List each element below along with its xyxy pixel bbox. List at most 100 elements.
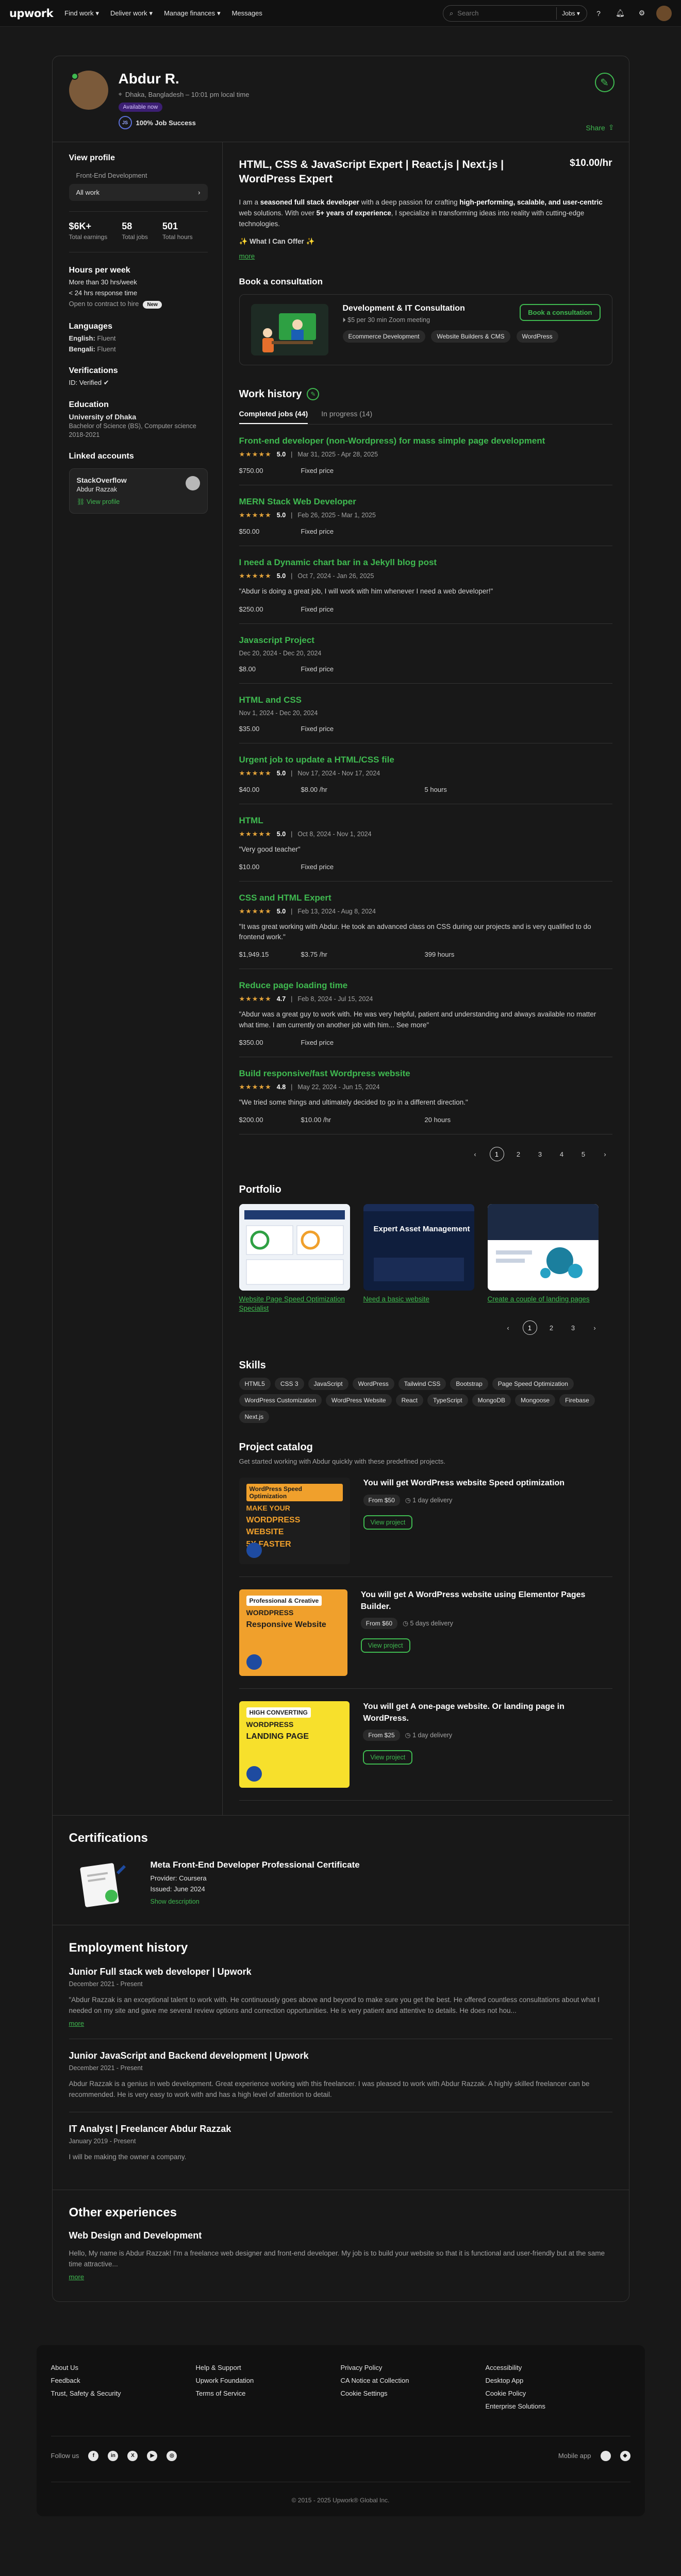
catalog-item[interactable]: HIGH CONVERTING WORDPRESS LANDING PAGE You … (239, 1689, 612, 1801)
catalog-name[interactable]: You will get A WordPress website using E… (361, 1589, 612, 1613)
skill-tag[interactable]: WordPress Website (326, 1394, 392, 1407)
job-title[interactable]: HTML (239, 816, 612, 826)
bio-more-link[interactable]: more (239, 251, 610, 262)
linkedin-icon[interactable]: in (108, 2450, 119, 2461)
portfolio-item[interactable]: Create a couple of landing pages (487, 1204, 599, 1313)
footer-link[interactable]: Help & Support (196, 2364, 341, 2371)
skill-tag[interactable]: Next.js (239, 1411, 270, 1423)
job-title[interactable]: Build responsive/fast Wordpress website (239, 1069, 612, 1079)
view-project-button[interactable]: View project (363, 1750, 413, 1765)
job-score: 5.0 (276, 512, 286, 519)
apple-icon[interactable] (600, 2450, 611, 2461)
skill-tag[interactable]: WordPress Customization (239, 1394, 322, 1407)
footer-link[interactable]: CA Notice at Collection (341, 2377, 486, 2384)
consultation-tag[interactable]: Ecommerce Development (342, 330, 425, 343)
help-icon[interactable]: ? (590, 5, 607, 22)
search-type-dropdown[interactable]: Jobs ▾ (556, 7, 585, 20)
view-project-button[interactable]: View project (363, 1515, 413, 1530)
user-avatar[interactable] (656, 5, 672, 21)
skill-tag[interactable]: WordPress (352, 1378, 394, 1391)
page-2[interactable]: 2 (544, 1320, 559, 1335)
footer-link[interactable]: Desktop App (486, 2377, 630, 2384)
footer-link[interactable]: Accessibility (486, 2364, 630, 2371)
page-4[interactable]: 4 (555, 1147, 569, 1161)
job-title[interactable]: HTML and CSS (239, 695, 612, 705)
tab-completed-jobs[interactable]: Completed jobs (44) (239, 410, 308, 425)
footer-link[interactable]: Terms of Service (196, 2389, 341, 2397)
youtube-icon[interactable]: ▶ (147, 2450, 158, 2461)
skill-tag[interactable]: Tailwind CSS (398, 1378, 446, 1391)
job-title[interactable]: Reduce page loading time (239, 980, 612, 991)
job-title[interactable]: I need a Dynamic chart bar in a Jekyll b… (239, 557, 612, 568)
job-title[interactable]: Urgent job to update a HTML/CSS file (239, 755, 612, 765)
upwork-logo[interactable]: upwork (9, 7, 54, 20)
catalog-item[interactable]: Professional & Creative WORDPRESS Responsi… (239, 1577, 612, 1689)
footer-link[interactable]: Cookie Settings (341, 2389, 486, 2397)
job-title[interactable]: Front-end developer (non-Wordpress) for … (239, 436, 612, 446)
skill-tag[interactable]: React (395, 1394, 423, 1407)
skill-tag[interactable]: TypeScript (427, 1394, 468, 1407)
consultation-tag[interactable]: WordPress (516, 330, 558, 343)
nav-find-work[interactable]: Find work ▾ (64, 9, 99, 18)
linked-account-name: StackOverflow (76, 476, 127, 484)
page-1[interactable]: 1 (489, 1147, 504, 1162)
catalog-name[interactable]: You will get WordPress website Speed opt… (363, 1478, 565, 1489)
footer-link[interactable]: Cookie Policy (486, 2389, 630, 2397)
footer-link[interactable]: About Us (51, 2364, 196, 2371)
nav-messages[interactable]: Messages (232, 9, 262, 17)
portfolio-caption[interactable]: Website Page Speed Optimization Speciali… (239, 1295, 350, 1313)
next-page-icon[interactable]: › (588, 1320, 602, 1335)
consultation-tag[interactable]: Website Builders & CMS (431, 330, 510, 343)
portfolio-item[interactable]: Website Page Speed Optimization Speciali… (239, 1204, 350, 1313)
skill-tag[interactable]: Bootstrap (450, 1378, 488, 1391)
profile-item-frontend[interactable]: Front-End Development (69, 167, 208, 184)
skill-tag[interactable]: Page Speed Optimization (492, 1378, 574, 1391)
next-page-icon[interactable]: › (598, 1147, 612, 1161)
catalog-item[interactable]: WordPress Speed Optimization MAKE YOUR WOR… (239, 1465, 612, 1578)
portfolio-item[interactable]: Expert Asset Management Need a basic web… (363, 1204, 474, 1313)
job-title[interactable]: CSS and HTML Expert (239, 893, 612, 903)
footer-link[interactable]: Upwork Foundation (196, 2377, 341, 2384)
linked-view-profile-link[interactable]: ⛓ View profile (77, 498, 200, 506)
share-link[interactable]: Share ⇪ (586, 123, 614, 132)
tab-in-progress[interactable]: In progress (14) (321, 410, 372, 424)
skill-tag[interactable]: CSS 3 (274, 1378, 304, 1391)
book-consultation-button[interactable]: Book a consultation (520, 304, 601, 321)
footer-link[interactable]: Enterprise Solutions (486, 2402, 630, 2410)
skill-tag[interactable]: Firebase (559, 1394, 595, 1407)
footer-link[interactable]: Trust, Safety & Security (51, 2389, 196, 2397)
skill-tag[interactable]: Mongoose (515, 1394, 556, 1407)
view-project-button[interactable]: View project (360, 1638, 410, 1653)
page-2[interactable]: 2 (511, 1147, 526, 1161)
catalog-name[interactable]: You will get A one-page website. Or land… (363, 1701, 612, 1724)
footer-link[interactable]: Privacy Policy (341, 2364, 486, 2371)
profile-item-all-work[interactable]: All work › (69, 184, 208, 201)
page-3[interactable]: 3 (533, 1147, 547, 1161)
skill-tag[interactable]: HTML5 (239, 1378, 271, 1391)
edit-work-history-icon[interactable]: ✎ (307, 388, 320, 401)
employment-more-link[interactable]: more (69, 2020, 612, 2027)
job-title[interactable]: MERN Stack Web Developer (239, 497, 612, 507)
prev-page-icon[interactable]: ‹ (468, 1147, 483, 1161)
facebook-icon[interactable]: f (88, 2450, 99, 2461)
footer-link[interactable]: Feedback (51, 2377, 196, 2384)
page-1[interactable]: 1 (522, 1320, 537, 1335)
show-description-link[interactable]: Show description (151, 1898, 360, 1905)
job-title[interactable]: Javascript Project (239, 635, 612, 646)
page-5[interactable]: 5 (576, 1147, 591, 1161)
portfolio-caption[interactable]: Need a basic website (363, 1295, 474, 1304)
other-more-link[interactable]: more (69, 2273, 612, 2281)
skill-tag[interactable]: JavaScript (308, 1378, 348, 1391)
prev-page-icon[interactable]: ‹ (501, 1320, 516, 1335)
skill-tag[interactable]: MongoDB (472, 1394, 511, 1407)
portfolio-caption[interactable]: Create a couple of landing pages (488, 1295, 599, 1304)
instagram-icon[interactable]: ◎ (167, 2450, 177, 2461)
x-icon[interactable]: X (127, 2450, 138, 2461)
edit-profile-button[interactable]: ✎ (594, 73, 614, 92)
settings-icon[interactable]: ⚙ (634, 5, 650, 22)
android-icon[interactable]: ◆ (620, 2450, 630, 2461)
notifications-icon[interactable]: 🔔︎ (612, 5, 628, 22)
nav-manage-finances[interactable]: Manage finances ▾ (164, 9, 221, 18)
page-3[interactable]: 3 (566, 1320, 580, 1335)
nav-deliver-work[interactable]: Deliver work ▾ (110, 9, 153, 18)
